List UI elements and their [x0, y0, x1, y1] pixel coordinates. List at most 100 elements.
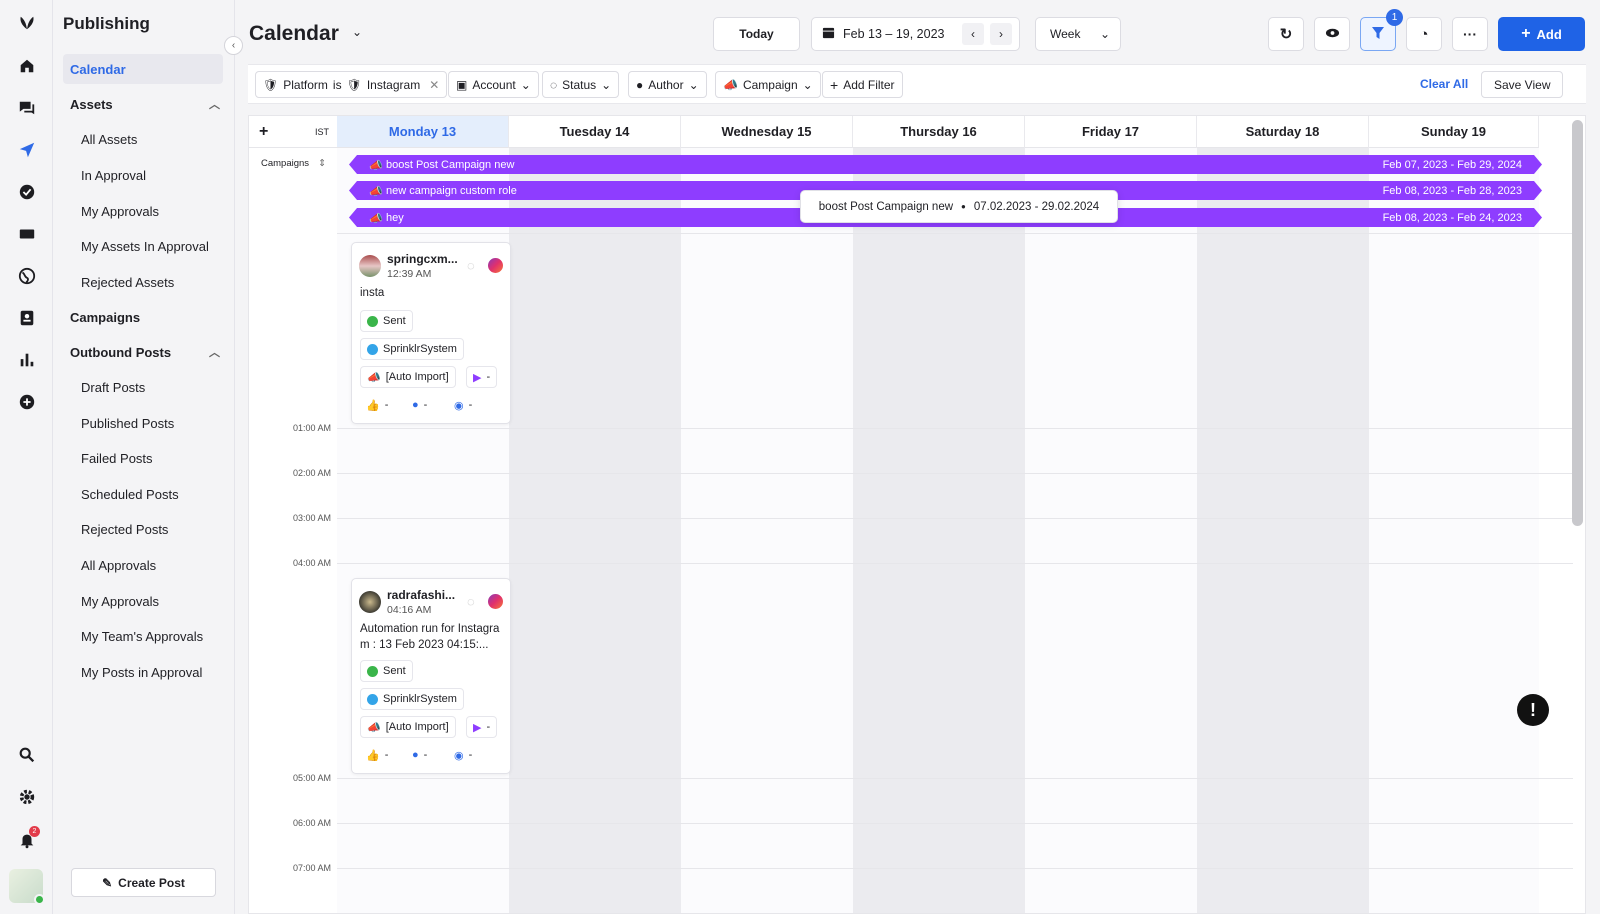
ticket-icon[interactable] [16, 223, 38, 245]
sidebar-item-all-assets[interactable]: All Assets [81, 124, 137, 154]
tag-icon: ▶ [473, 721, 482, 734]
campaigns-label: Campaigns [261, 158, 310, 169]
user-avatar[interactable] [9, 869, 45, 905]
save-view-button[interactable]: Save View [1481, 71, 1564, 98]
day-header-fri[interactable]: Friday 17 [1025, 116, 1197, 148]
search-icon[interactable] [16, 744, 38, 766]
add-event-plus-icon[interactable]: + [259, 123, 268, 141]
add-filter-button[interactable]: + Add Filter [822, 71, 903, 98]
check-circle-icon[interactable] [16, 181, 38, 203]
sidebar-item-failed-posts[interactable]: Failed Posts [81, 443, 153, 473]
campaigns-row-label[interactable]: Campaigns ⇕ [261, 158, 326, 169]
add-button[interactable]: + Add [1498, 17, 1585, 51]
remove-filter-close-icon[interactable]: ✕ [429, 78, 439, 92]
campaign-filter[interactable]: 📣 Campaign ⌄ [715, 71, 821, 98]
bar-chart-icon[interactable] [16, 349, 38, 371]
account-filter[interactable]: ▣ Account ⌄ [448, 71, 539, 98]
create-post-button[interactable]: ✎ Create Post [71, 868, 216, 897]
megaphone-icon: 📣 [367, 371, 381, 384]
hour-line-3am [337, 518, 1573, 519]
sidebar-item-rejected-assets[interactable]: Rejected Assets [81, 267, 174, 297]
home-icon[interactable] [16, 55, 38, 77]
refresh-button[interactable]: ↻ [1268, 17, 1304, 51]
globe-icon[interactable] [16, 265, 38, 287]
day-column-fri[interactable] [1025, 148, 1197, 913]
sidebar-item-scheduled-posts[interactable]: Scheduled Posts [81, 479, 179, 509]
chevron-down-icon: ⌄ [688, 77, 699, 92]
sidebar-group-outbound-posts[interactable]: Outbound Posts ︿ [70, 337, 220, 367]
sidebar-item-in-approval[interactable]: In Approval [81, 160, 146, 190]
sidebar-item-rejected-posts[interactable]: Rejected Posts [81, 514, 168, 544]
clear-all-link[interactable]: Clear All [1420, 77, 1468, 91]
feedback-alert-icon[interactable]: ! [1517, 694, 1549, 726]
vertical-scrollbar[interactable] [1572, 120, 1583, 526]
loading-spinner-icon: ◌ [467, 594, 475, 609]
pie-chart-icon: ◔ [1419, 25, 1429, 43]
settings-gear-icon[interactable] [16, 786, 38, 808]
chevron-left-icon: ‹ [231, 40, 236, 51]
day-header-mon[interactable]: Monday 13 [337, 116, 509, 148]
author-filter[interactable]: ● Author ⌄ [628, 71, 707, 98]
preview-button[interactable] [1314, 17, 1350, 51]
sidebar-item-all-approvals[interactable]: All Approvals [81, 550, 156, 580]
day-header-sat[interactable]: Saturday 18 [1197, 116, 1369, 148]
loading-spinner-icon: ◌ [467, 258, 475, 273]
sidebar-item-my-teams-approvals[interactable]: My Team's Approvals [81, 621, 203, 651]
sidebar-item-my-approvals-posts[interactable]: My Approvals [81, 586, 159, 616]
day-header-sun[interactable]: Sunday 19 [1369, 116, 1539, 148]
campaign-bar[interactable]: 📣 boost Post Campaign new Feb 07, 2023 -… [349, 155, 1542, 174]
sidebar-item-calendar[interactable]: Calendar [63, 54, 223, 84]
chevron-down-icon: ⌄ [1099, 27, 1110, 41]
more-options-button[interactable]: ··· [1452, 17, 1488, 51]
add-filter-label: Add Filter [843, 77, 895, 92]
instagram-shield-icon: 🛡 [346, 77, 362, 92]
post-card[interactable]: radrafashi... 04:16 AM ◌ Automation run … [351, 578, 511, 774]
status-filter[interactable]: ◌ Status ⌄ [542, 71, 620, 98]
sprinklr-logo-icon[interactable] [16, 12, 38, 34]
campaigns-divider [337, 233, 1573, 234]
sidebar-item-my-approvals[interactable]: My Approvals [81, 196, 159, 226]
day-header-wed[interactable]: Wednesday 15 [681, 116, 853, 148]
sidebar-group-assets[interactable]: Assets ︿ [70, 89, 220, 119]
sidebar-item-my-assets-in-approval[interactable]: My Assets In Approval [81, 231, 209, 261]
publishing-send-icon[interactable] [16, 139, 38, 161]
day-column-tue[interactable] [509, 148, 681, 913]
sidebar-item-campaigns[interactable]: Campaigns [70, 302, 220, 332]
platform-filter-chip[interactable]: 🛡 Platform is 🛡 Instagram ✕ [255, 71, 448, 98]
day-column-sun[interactable] [1369, 148, 1539, 913]
status-circle-icon: ◌ [550, 77, 558, 92]
next-week-chevron-icon[interactable]: › [990, 23, 1012, 45]
comment-icon: ● [412, 399, 419, 411]
platform-filter-operator: is [332, 77, 342, 92]
sidebar-item-draft-posts[interactable]: Draft Posts [81, 372, 145, 402]
hour-line-4am [337, 563, 1573, 564]
filter-button[interactable]: 1 [1360, 9, 1403, 51]
contact-card-icon[interactable] [16, 307, 38, 329]
megaphone-icon: 📣 [369, 186, 383, 198]
today-button[interactable]: Today [713, 17, 800, 51]
day-column-thu[interactable] [853, 148, 1025, 913]
add-circle-icon[interactable] [16, 391, 38, 413]
account-filter-label: Account [472, 77, 516, 92]
prev-week-chevron-icon[interactable]: ‹ [962, 23, 984, 45]
notification-bell-icon[interactable]: 2 [16, 826, 40, 851]
date-range-picker[interactable]: Feb 13 – 19, 2023 ‹ › [811, 17, 1020, 51]
post-system: SprinklrSystem [383, 693, 457, 705]
day-header-tue[interactable]: Tuesday 14 [509, 116, 681, 148]
day-header-thu[interactable]: Thursday 16 [853, 116, 1025, 148]
view-select[interactable]: Week ⌄ [1035, 17, 1121, 51]
title-dropdown-chevron-icon[interactable]: ⌄ [352, 25, 362, 39]
day-column-wed[interactable] [681, 148, 853, 913]
views-count: - [468, 399, 473, 411]
collapse-sidebar-button[interactable]: ‹ [224, 36, 243, 55]
chat-icon[interactable] [16, 97, 38, 119]
day-column-sat[interactable] [1197, 148, 1369, 913]
pie-chart-button[interactable]: ◔ [1406, 17, 1442, 51]
page-title: Calendar [249, 22, 339, 45]
sidebar-item-published-posts[interactable]: Published Posts [81, 408, 174, 438]
account-card-icon: ▣ [456, 77, 468, 92]
post-card[interactable]: springcxm... 12:39 AM ◌ insta Sent Sprin… [351, 242, 511, 424]
sidebar-item-my-posts-in-approval[interactable]: My Posts in Approval [81, 657, 202, 687]
post-time: 12:39 AM [387, 268, 432, 280]
comments-count: - [423, 749, 428, 761]
